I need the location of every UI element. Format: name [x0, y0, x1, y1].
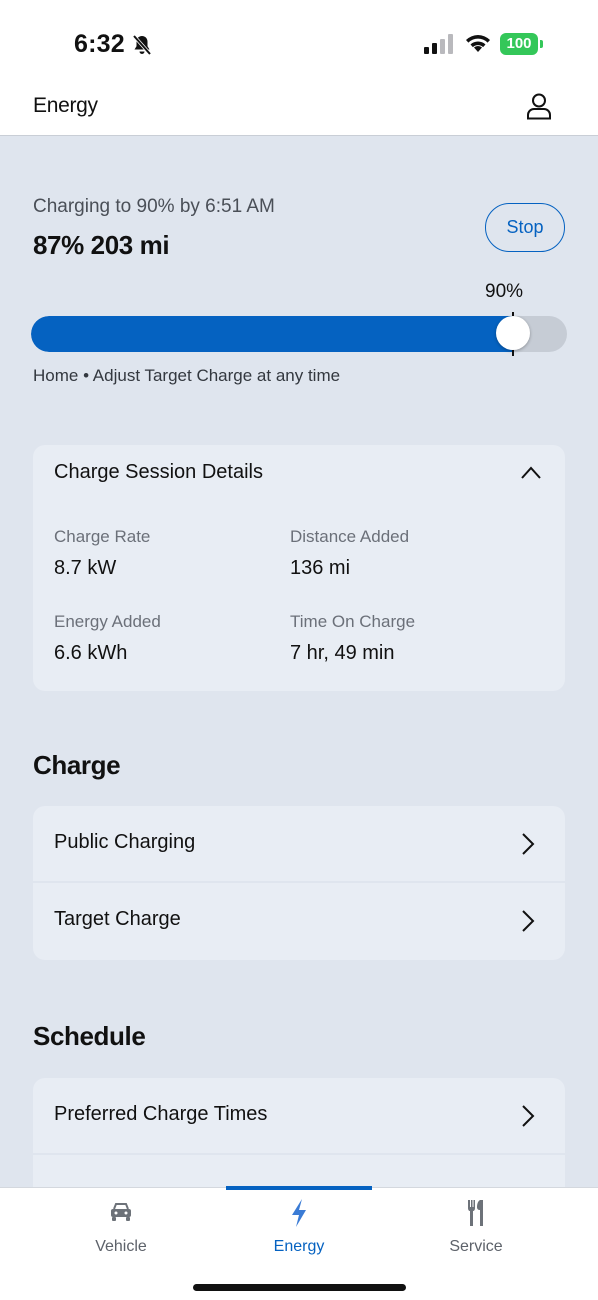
chevron-right-icon [522, 1105, 535, 1127]
cellular-signal-icon [424, 34, 453, 54]
schedule-section-heading: Schedule [33, 1021, 146, 1051]
distance-added-value: 136 mi [290, 557, 351, 579]
tab-energy[interactable]: Energy [224, 1198, 374, 1268]
stop-charging-button[interactable]: Stop [485, 203, 565, 252]
target-charge-row[interactable]: Target Charge [33, 883, 565, 960]
status-bar: 6:32 100 [0, 0, 598, 78]
battery-indicator: 100 [500, 33, 544, 55]
charge-section-heading: Charge [33, 750, 121, 780]
wifi-icon [466, 35, 490, 52]
charging-status-text: Charging to 90% by 6:51 AM [33, 196, 275, 217]
bottom-tab-bar: Vehicle Energy Service [0, 1186, 598, 1300]
home-indicator [193, 1284, 406, 1291]
car-icon [111, 1203, 131, 1221]
page-title: Energy [33, 94, 98, 117]
battery-cap [540, 40, 543, 48]
status-time: 6:32 [74, 30, 125, 58]
tab-service[interactable]: Service [401, 1198, 551, 1268]
profile-icon[interactable] [526, 92, 552, 120]
chevron-up-icon[interactable] [520, 463, 542, 481]
distance-added-label: Distance Added [290, 527, 410, 546]
charge-rate-value: 8.7 kW [54, 557, 117, 579]
lightning-icon [292, 1199, 306, 1227]
charge-session-details-card: Charge Session Details Charge Rate 8.7 k… [33, 445, 565, 691]
list-item-label: Target Charge [54, 908, 181, 930]
chevron-right-icon [522, 833, 535, 855]
target-charge-label: 90% [485, 281, 524, 302]
tab-label: Energy [273, 1238, 325, 1255]
charge-options-list: Public Charging Target Charge [33, 806, 565, 960]
time-on-charge-label: Time On Charge [290, 612, 416, 631]
charge-summary: 87% 203 mi [33, 230, 170, 260]
bell-slash-icon [132, 34, 152, 56]
charge-rate-label: Charge Rate [54, 527, 151, 546]
charge-level-fill [31, 316, 514, 352]
tab-label: Service [449, 1238, 503, 1255]
charge-location-note: Home • Adjust Target Charge at any time [33, 366, 341, 385]
session-details-title: Charge Session Details [54, 461, 263, 483]
tab-vehicle[interactable]: Vehicle [46, 1198, 196, 1268]
tools-icon [468, 1200, 483, 1226]
list-item-label: Public Charging [54, 831, 196, 853]
preferred-charge-times-row[interactable]: Preferred Charge Times [33, 1078, 565, 1155]
energy-added-value: 6.6 kWh [54, 642, 128, 664]
time-on-charge-value: 7 hr, 49 min [290, 642, 395, 664]
chevron-right-icon [522, 910, 535, 932]
active-tab-indicator [226, 1186, 372, 1190]
tab-label: Vehicle [95, 1238, 147, 1255]
battery-level: 100 [500, 33, 538, 55]
app-header: Energy [0, 78, 598, 136]
list-item-label: Preferred Charge Times [54, 1103, 268, 1125]
public-charging-row[interactable]: Public Charging [33, 806, 565, 883]
energy-added-label: Energy Added [54, 612, 161, 631]
charge-level-slider[interactable] [31, 316, 567, 352]
